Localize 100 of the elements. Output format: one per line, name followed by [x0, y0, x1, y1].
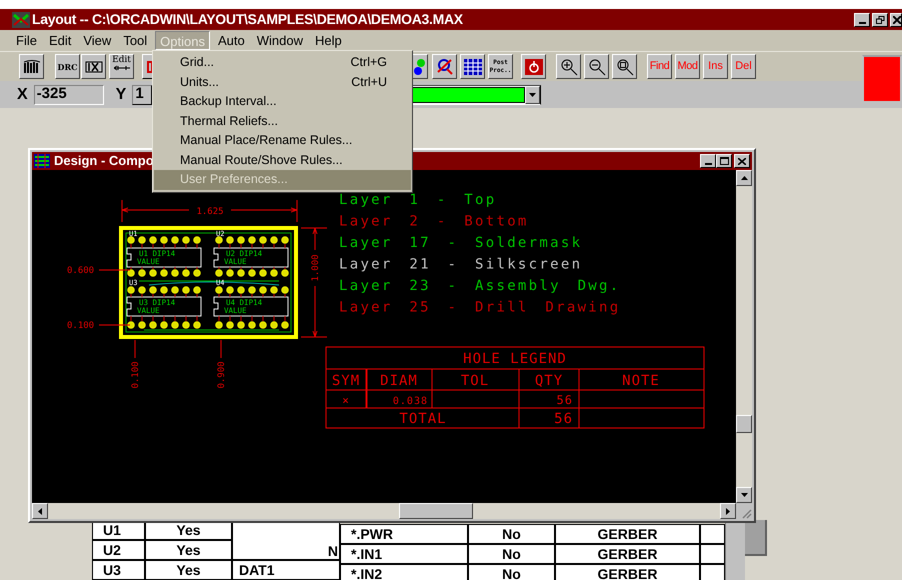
scroll-thumb[interactable]	[736, 415, 752, 433]
dimension-label: 0.100	[67, 321, 94, 331]
table-cell: *.PWR	[340, 524, 468, 544]
table-cell: No	[468, 544, 555, 564]
magnifier-icon[interactable]	[432, 54, 457, 79]
scroll-left-button[interactable]	[32, 503, 48, 519]
x-label: X	[17, 84, 28, 104]
zoom-in-icon[interactable]	[556, 54, 581, 79]
y-label: Y	[116, 84, 126, 104]
table-cell	[700, 564, 725, 580]
dimension-label: 0.900	[217, 361, 227, 389]
vertical-scrollbar[interactable]	[736, 170, 752, 503]
menu-item[interactable]: File	[12, 31, 41, 50]
menu-item[interactable]: Edit	[44, 31, 76, 50]
table-text: TOL	[460, 373, 490, 389]
up-arrow-icon	[740, 176, 748, 180]
table-text: 56	[556, 393, 573, 407]
restore-button[interactable]	[872, 12, 888, 26]
menu-option[interactable]: Units... Ctrl+U	[154, 72, 411, 92]
table-text: SYM	[332, 373, 360, 389]
minimize-button[interactable]	[700, 154, 716, 168]
dimension-label: 0.600	[67, 266, 94, 276]
menu-item[interactable]: Tool	[119, 31, 152, 50]
table-cell: *.IN1	[340, 544, 468, 564]
close-button[interactable]	[734, 154, 750, 168]
horizontal-scrollbar[interactable]	[32, 503, 736, 519]
layer-label: Layer 25 - Drill Drawing	[339, 300, 620, 316]
layer-label: Layer 23 - Assembly Dwg.	[339, 278, 620, 294]
down-arrow-icon	[740, 493, 748, 497]
left-arrow-icon	[38, 508, 42, 514]
menu-item[interactable]: View	[79, 31, 116, 50]
menu-option[interactable]: Manual Place/Rename Rules...	[154, 131, 411, 150]
restore-icon	[876, 16, 884, 24]
table-text: 0.038	[392, 396, 428, 407]
dimension-label: 1.000	[311, 254, 321, 282]
table-cell: U2	[92, 540, 145, 560]
dimension-line	[134, 340, 136, 358]
table-cell: GERBER	[555, 524, 700, 544]
zoom-fit-icon[interactable]	[612, 54, 637, 79]
menu-option[interactable]: Thermal Reliefs...	[154, 112, 411, 131]
color-indicator	[862, 55, 902, 103]
scroll-thumb[interactable]	[399, 503, 473, 519]
layer-label: Layer 17 - Soldermask	[339, 235, 582, 251]
window-title: Layout -- C:\ORCADWIN\LAYOUT\SAMPLES\DEMOA\DEMOA3.MAX	[32, 10, 463, 29]
close-button[interactable]	[890, 12, 902, 26]
menu-option[interactable]: Manual Route/Shove Rules...	[154, 150, 411, 170]
menu-item[interactable]: Auto	[214, 31, 249, 50]
right-arrow-icon	[726, 508, 730, 514]
dimension-label: 1.625	[196, 207, 224, 217]
table-cell	[700, 544, 725, 564]
layer-label: Layer 1 - Top	[339, 192, 496, 208]
grid-icon[interactable]	[460, 54, 485, 79]
table-text: TOTAL	[399, 411, 447, 427]
table-cell: U3	[92, 560, 145, 580]
table-text: HOLE LEGEND	[463, 351, 567, 367]
scrollbar[interactable]	[725, 520, 745, 580]
double-arrow-icon	[114, 65, 130, 71]
scroll-up-button[interactable]	[736, 170, 752, 186]
table-cell: No	[468, 564, 555, 580]
maximize-button[interactable]	[716, 154, 732, 168]
menu-option[interactable]: Grid... Ctrl+G	[154, 53, 411, 72]
design-window-title: Design - Compo	[54, 152, 154, 170]
y-coordinate-field[interactable]: 1	[132, 84, 152, 104]
table-cell: GERBER	[555, 544, 700, 564]
table-text: DIAM	[380, 373, 418, 389]
library-icon[interactable]	[19, 54, 44, 79]
design-icon	[34, 154, 50, 168]
app-icon	[12, 12, 30, 28]
close-icon	[893, 16, 901, 24]
table-cell: N	[232, 520, 340, 560]
scroll-down-button[interactable]	[736, 487, 752, 503]
color-dots-icon[interactable]	[412, 54, 428, 79]
table-cell: Yes	[145, 540, 232, 560]
layer-label: Layer 2 - Bottom	[339, 214, 529, 230]
menu-option[interactable]: Backup Interval...	[154, 92, 411, 112]
table-text: QTY	[534, 373, 564, 389]
table-cell: GERBER	[555, 564, 700, 580]
edit-button[interactable]: Edit	[109, 54, 134, 79]
window-background	[745, 520, 767, 556]
close-icon	[738, 158, 746, 164]
table-cell: Yes	[145, 560, 232, 580]
dimension-line	[220, 340, 222, 358]
table-text: ×	[342, 394, 350, 407]
dimension-line	[98, 324, 130, 326]
menu-item[interactable]: Help	[310, 31, 346, 50]
drc-button[interactable]: DRC	[55, 54, 80, 79]
table-cell: No	[468, 524, 555, 544]
bulb-icon[interactable]	[521, 54, 546, 79]
x-coordinate-field[interactable]: -325	[34, 84, 104, 104]
component-icon[interactable]	[81, 54, 106, 79]
scroll-right-button[interactable]	[720, 503, 736, 519]
table-cell: DAT1	[232, 560, 340, 580]
table-text: 56	[554, 411, 573, 427]
minimize-button[interactable]	[854, 12, 870, 26]
dimension-label: 0.100	[131, 361, 141, 389]
layer-label: Layer 21 - Silkscreen	[339, 256, 582, 272]
zoom-out-icon[interactable]	[584, 54, 609, 79]
table-cell: *.IN2	[340, 564, 468, 580]
table-text: NOTE	[622, 373, 660, 389]
menu-item[interactable]: Window	[252, 31, 307, 50]
